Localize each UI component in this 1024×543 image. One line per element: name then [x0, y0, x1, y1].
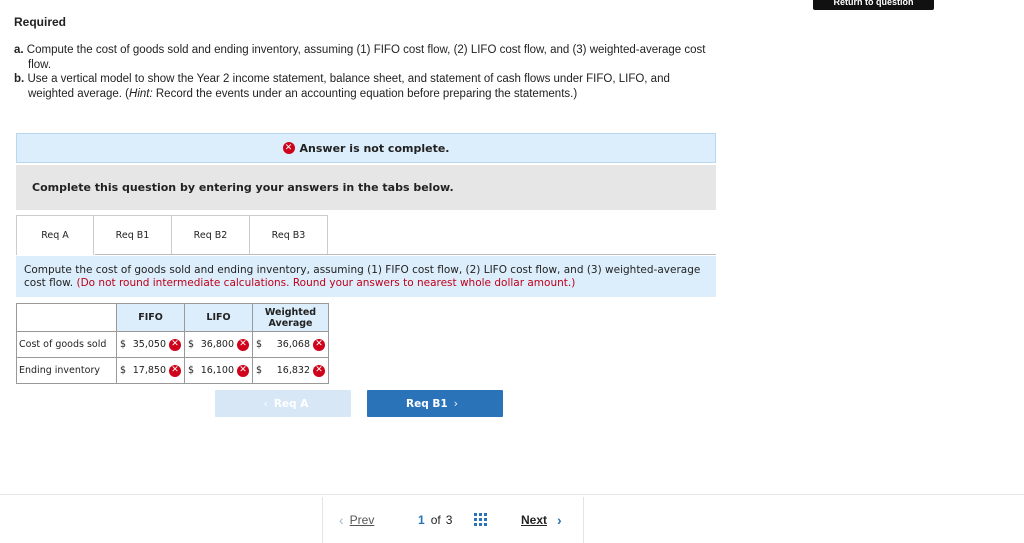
- incorrect-icon: ✕: [313, 364, 325, 377]
- page-count: 1 of 3: [418, 513, 452, 527]
- required-heading: Required: [14, 15, 67, 29]
- page-of: of: [430, 513, 441, 527]
- current-page: 1: [418, 513, 425, 527]
- incorrect-icon: ✕: [313, 338, 325, 351]
- ei-lifo-input[interactable]: $16,100 ✕: [184, 357, 253, 384]
- next-req-label: Req B1: [406, 397, 448, 410]
- requirement-b-text-cont: weighted average. (Hint: Record the even…: [14, 87, 804, 102]
- next-question-button[interactable]: Next ›: [521, 512, 562, 528]
- question-note: (Do not round intermediate calculations.…: [76, 277, 576, 289]
- prev-req-button[interactable]: ‹ Req A: [215, 390, 351, 417]
- tab-req-b1[interactable]: Req B1: [94, 215, 172, 255]
- tab-req-a[interactable]: Req A: [16, 215, 94, 255]
- requirement-a-text-cont: flow.: [28, 59, 52, 71]
- return-to-question-button[interactable]: Return to question: [813, 0, 934, 10]
- instructions-box: Complete this question by entering your …: [16, 165, 716, 210]
- cogs-fifo-value: 35,050: [132, 339, 166, 350]
- tab-req-b3[interactable]: Req B3: [250, 215, 328, 255]
- answer-status-text: Answer is not complete.: [299, 141, 450, 155]
- ei-lifo-value: 16,100: [200, 365, 234, 376]
- grid-icon[interactable]: [474, 513, 487, 526]
- cogs-fifo-input[interactable]: $35,050 ✕: [116, 331, 185, 358]
- header-weighted-average: Weighted Average: [252, 303, 329, 332]
- table-corner: [16, 303, 117, 332]
- ei-wa-value: 16,832: [276, 365, 310, 376]
- chevron-right-icon: ›: [453, 397, 458, 410]
- cogs-wa-input[interactable]: $36,068 ✕: [252, 331, 329, 358]
- answer-table: FIFO LIFO Weighted Average Cost of goods…: [16, 303, 329, 384]
- ei-wa-input[interactable]: $16,832 ✕: [252, 357, 329, 384]
- header-fifo: FIFO: [116, 303, 185, 332]
- header-lifo: LIFO: [184, 303, 253, 332]
- table-header-row: FIFO LIFO Weighted Average: [16, 303, 329, 332]
- ei-fifo-input[interactable]: $17,850 ✕: [116, 357, 185, 384]
- requirement-a: a. Compute the cost of goods sold and en…: [14, 43, 804, 73]
- requirement-b-text: Use a vertical model to show the Year 2 …: [27, 73, 670, 85]
- requirement-tabs: Req A Req B1 Req B2 Req B3: [16, 215, 328, 255]
- cogs-lifo-value: 36,800: [200, 339, 234, 350]
- prev-req-label: Req A: [273, 397, 309, 410]
- tab-req-b2[interactable]: Req B2: [172, 215, 250, 255]
- table-row: Ending inventory $17,850 ✕ $16,100 ✕ $16,8…: [16, 357, 329, 384]
- question-pager: ‹ Prev 1 of 3 Next ›: [322, 497, 584, 543]
- requirement-a-label: a.: [14, 44, 24, 56]
- incorrect-icon: ✕: [169, 364, 181, 377]
- footer-divider: [0, 494, 1024, 495]
- answer-status-banner: ✕ Answer is not complete.: [16, 133, 716, 163]
- tab-divider: [95, 254, 716, 255]
- table-row: Cost of goods sold $35,050 ✕ $36,800 ✕ $36…: [16, 331, 329, 358]
- row-label-ending-inventory: Ending inventory: [16, 357, 117, 384]
- incorrect-icon: ✕: [237, 338, 249, 351]
- chevron-left-icon: ‹: [263, 397, 268, 410]
- instructions-text: Complete this question by entering your …: [32, 181, 454, 194]
- requirement-b: b. Use a vertical model to show the Year…: [14, 72, 804, 102]
- prev-question-button[interactable]: ‹ Prev: [339, 512, 374, 528]
- requirement-a-text: Compute the cost of goods sold and endin…: [26, 44, 706, 56]
- prev-label: Prev: [349, 513, 375, 527]
- next-req-button[interactable]: Req B1 ›: [367, 390, 503, 417]
- chevron-left-icon: ‹: [339, 512, 344, 528]
- total-pages: 3: [445, 513, 453, 527]
- error-icon: ✕: [282, 142, 295, 154]
- incorrect-icon: ✕: [237, 364, 249, 377]
- hint-label: Hint:: [129, 88, 153, 100]
- requirement-b-post: Record the events under an accounting eq…: [152, 88, 578, 100]
- incorrect-icon: ✕: [169, 338, 181, 351]
- requirement-b-label: b.: [14, 73, 25, 85]
- question-prompt: Compute the cost of goods sold and endin…: [16, 256, 716, 297]
- next-label: Next: [521, 513, 548, 527]
- cogs-wa-value: 36,068: [276, 339, 310, 350]
- chevron-right-icon: ›: [557, 512, 562, 528]
- cogs-lifo-input[interactable]: $36,800 ✕: [184, 331, 253, 358]
- requirement-b-pre: weighted average. (: [28, 88, 130, 100]
- row-label-cogs: Cost of goods sold: [16, 331, 117, 358]
- ei-fifo-value: 17,850: [132, 365, 166, 376]
